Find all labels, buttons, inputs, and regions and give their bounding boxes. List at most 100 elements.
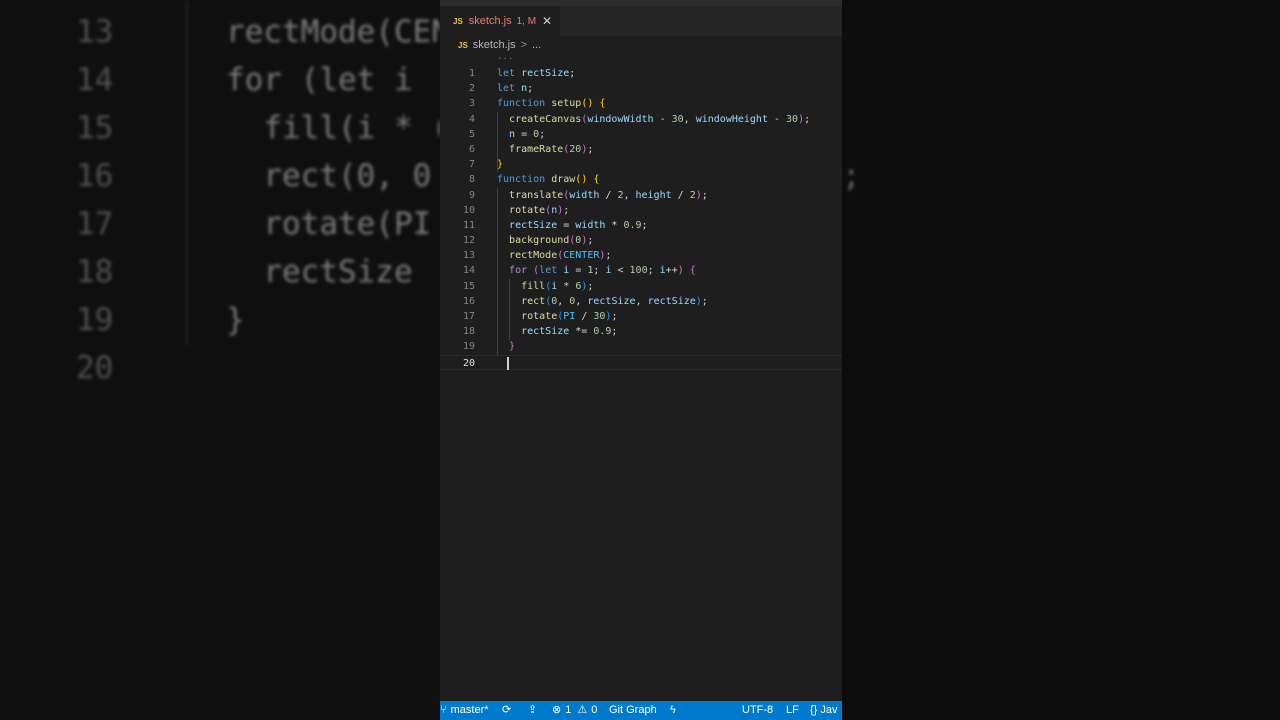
code-token: , bbox=[575, 295, 588, 307]
code-token: ; bbox=[641, 219, 648, 231]
code-editor[interactable]: 1 let rectSize; 2 let n; 3 function setup() {… bbox=[440, 66, 842, 370]
editor-window: JS sketch.js 1, M ✕ JS sketch.js > ... .… bbox=[440, 0, 842, 720]
background-line-number: 16 bbox=[76, 158, 114, 194]
background-line-number: 14 bbox=[76, 62, 114, 98]
code-token: ; bbox=[701, 295, 708, 307]
code-line[interactable]: 3 function setup() { bbox=[440, 96, 842, 111]
code-token: *= bbox=[569, 326, 594, 338]
code-token: width bbox=[569, 189, 600, 201]
code-token: rotate bbox=[521, 311, 558, 322]
code-line[interactable]: 19 } bbox=[440, 339, 842, 354]
branch-name: master* bbox=[450, 704, 489, 716]
indent-guide bbox=[509, 278, 510, 340]
code-line[interactable]: 9 translate(width / 2, height / 2); bbox=[440, 188, 842, 203]
code-line[interactable]: 6 frameRate(20); bbox=[440, 142, 842, 157]
code-token: let bbox=[497, 83, 516, 95]
code-line[interactable]: 16 rect(0, 0, rectSize, rectSize); bbox=[440, 294, 842, 309]
language-selector[interactable]: {} Jav bbox=[810, 701, 838, 720]
publish-icon[interactable]: ⇪ bbox=[528, 701, 537, 720]
warning-count: 0 bbox=[591, 704, 598, 716]
line-number: 7 bbox=[468, 159, 475, 171]
line-number: 13 bbox=[462, 250, 475, 262]
code-text: frameRate(20); bbox=[497, 142, 593, 157]
code-line[interactable]: 10 rotate(n); bbox=[440, 203, 842, 218]
git-graph-button[interactable]: Git Graph bbox=[609, 701, 657, 720]
code-token: < bbox=[611, 265, 630, 277]
background-fragment: ; bbox=[842, 158, 861, 194]
branch-indicator[interactable]: ⑂ master* bbox=[440, 701, 489, 720]
code-token: rectSize bbox=[587, 295, 636, 307]
code-token: rectSize bbox=[521, 68, 570, 79]
code-token: let bbox=[497, 68, 516, 79]
code-line[interactable]: 15 fill(i * 6); bbox=[440, 279, 842, 294]
background-line-number: 13 bbox=[76, 14, 114, 50]
code-line[interactable]: 11 rectSize = width * 0.9; bbox=[440, 218, 842, 233]
code-line[interactable]: 13 rectMode(CENTER); bbox=[440, 248, 842, 263]
code-token: { bbox=[689, 265, 696, 277]
breadcrumb-file[interactable]: sketch.js bbox=[473, 39, 516, 51]
code-token: ; bbox=[569, 68, 576, 79]
code-token: rectSize bbox=[647, 295, 696, 307]
breadcrumb-more[interactable]: ... bbox=[532, 39, 541, 51]
background-zoom-left: 13 rectMode(CEN 14 for (let i 15 fill(i * (1… bbox=[0, 0, 440, 720]
problems-indicator[interactable]: ⊗ 1 ⚠ 0 bbox=[552, 701, 597, 720]
code-line[interactable]: 20 bbox=[440, 354, 842, 370]
code-text: rectMode(CENTER); bbox=[497, 248, 611, 263]
line-number: 10 bbox=[462, 204, 475, 216]
code-token: rotate bbox=[509, 204, 546, 216]
code-line[interactable]: 7} bbox=[440, 157, 842, 172]
git-commit-icon[interactable]: ϟ bbox=[670, 701, 676, 720]
code-token: 20 bbox=[569, 143, 582, 155]
code-token: ; bbox=[647, 265, 660, 277]
code-line[interactable]: 1 let rectSize; bbox=[440, 66, 842, 81]
code-line[interactable]: 14 for (let i = 1; i < 100; i++) { bbox=[440, 263, 842, 278]
code-token: { bbox=[593, 174, 600, 186]
code-text: for (let i = 1; i < 100; i++) { bbox=[497, 263, 696, 278]
code-text: translate(width / 2, height / 2); bbox=[497, 188, 708, 203]
close-icon[interactable]: ✕ bbox=[542, 14, 552, 28]
code-token: } bbox=[509, 341, 516, 353]
code-line[interactable]: 8 function draw() { bbox=[440, 172, 842, 187]
code-token: rectSize bbox=[509, 219, 558, 231]
code-token: 100 bbox=[629, 265, 648, 277]
tab-sketch-js[interactable]: JS sketch.js 1, M ✕ bbox=[440, 6, 560, 36]
error-count: 1 bbox=[565, 704, 572, 716]
code-token: height bbox=[635, 189, 672, 201]
line-number: 1 bbox=[468, 68, 475, 79]
code-token: frameRate bbox=[509, 143, 564, 155]
text-cursor bbox=[507, 357, 509, 370]
code-token: ; bbox=[593, 265, 606, 277]
code-line[interactable]: 12 background(0); bbox=[440, 233, 842, 248]
code-text: rectSize = width * 0.9; bbox=[497, 218, 648, 233]
code-token: 30 bbox=[593, 311, 606, 322]
code-text: let n; bbox=[497, 81, 533, 96]
code-token: ; bbox=[587, 143, 594, 155]
code-token: ; bbox=[539, 128, 546, 140]
error-icon: ⊗ bbox=[552, 704, 562, 716]
encoding-selector[interactable]: UTF-8 bbox=[742, 701, 773, 720]
line-number: 3 bbox=[468, 98, 475, 110]
code-token: () bbox=[575, 174, 588, 186]
background-code-text: rectMode(CEN bbox=[226, 14, 440, 50]
code-line[interactable]: 4 createCanvas(windowWidth - 30, windowH… bbox=[440, 112, 842, 127]
code-line[interactable]: 18 rectSize *= 0.9; bbox=[440, 324, 842, 339]
code-text: rect(0, 0, rectSize, rectSize); bbox=[497, 294, 708, 309]
code-token: ; bbox=[587, 235, 594, 247]
code-line[interactable]: 5 n = 0; bbox=[440, 127, 842, 142]
code-token: fill bbox=[521, 280, 546, 292]
code-token: PI bbox=[563, 311, 576, 322]
sync-icon[interactable]: ⟳ bbox=[502, 701, 511, 720]
code-token: / bbox=[599, 189, 618, 201]
eol-selector[interactable]: LF bbox=[786, 701, 799, 720]
code-token: ; bbox=[701, 189, 708, 201]
code-text: background(0); bbox=[497, 233, 593, 248]
code-token: setup bbox=[551, 98, 582, 110]
line-number: 8 bbox=[468, 174, 475, 186]
code-token: function bbox=[497, 174, 546, 186]
code-token: 30 bbox=[671, 113, 684, 125]
git-branch-icon: ⑂ bbox=[440, 704, 447, 716]
code-token: windowWidth bbox=[587, 113, 654, 125]
code-line[interactable]: 2 let n; bbox=[440, 81, 842, 96]
code-line[interactable]: 17 rotate(PI / 30); bbox=[440, 309, 842, 324]
line-number: 19 bbox=[462, 341, 475, 353]
